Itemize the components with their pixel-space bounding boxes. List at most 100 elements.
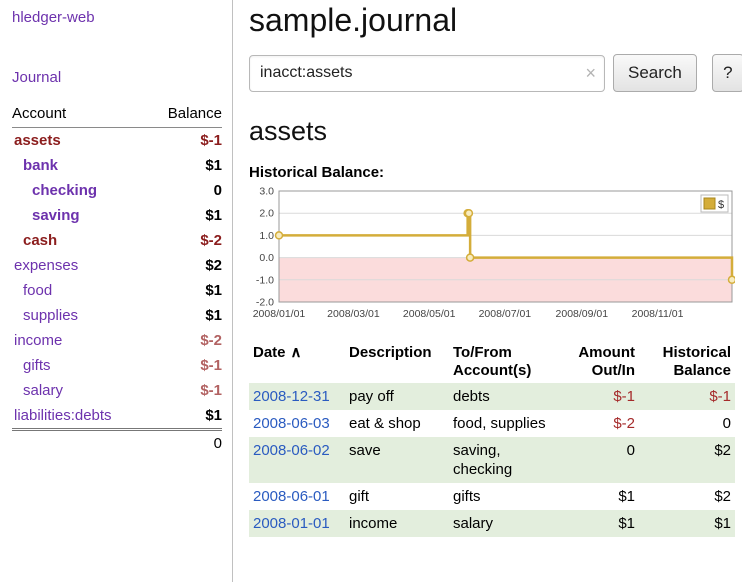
svg-text:-1.0: -1.0 [256, 274, 274, 286]
account-balance: $-1 [148, 353, 222, 378]
sidebar-account-link-income[interactable]: income [14, 332, 62, 349]
register-description: eat & shop [345, 410, 449, 437]
account-balance: 0 [148, 178, 222, 203]
register-amount: $1 [561, 483, 639, 510]
account-row: gifts $-1 [12, 353, 222, 378]
svg-text:3.0: 3.0 [259, 186, 274, 198]
register-balance: $2 [639, 437, 735, 483]
register-date-cell: 2008-01-01 [249, 510, 345, 537]
register-accounts: salary [449, 510, 561, 537]
register-balance: $2 [639, 483, 735, 510]
register-description: pay off [345, 383, 449, 410]
register-date-link[interactable]: 2008-06-01 [253, 488, 330, 505]
svg-text:2008/07/01: 2008/07/01 [479, 308, 532, 320]
svg-text:-2.0: -2.0 [256, 297, 274, 309]
accounts-total-spacer [12, 430, 148, 457]
account-balance: $-2 [148, 228, 222, 253]
account-name-cell: saving [12, 203, 148, 228]
account-name-cell: salary [12, 378, 148, 403]
account-row: assets $-1 [12, 128, 222, 154]
register-balance: $-1 [639, 383, 735, 410]
sidebar-account-link-supplies[interactable]: supplies [23, 307, 78, 324]
sidebar-account-link-saving[interactable]: saving [32, 207, 80, 224]
svg-text:2008/11/01: 2008/11/01 [632, 308, 684, 320]
register-row: 2008-06-02savesaving, checking0$2 [249, 437, 735, 483]
account-row: salary $-1 [12, 378, 222, 403]
brand: hledger-web [12, 9, 222, 27]
account-balance: $1 [148, 278, 222, 303]
register-date-link[interactable]: 2008-06-03 [253, 415, 330, 432]
svg-text:2008/01/01: 2008/01/01 [253, 308, 306, 320]
register-description: gift [345, 483, 449, 510]
register-row: 2008-06-01 giftgifts$1$2 [249, 483, 735, 510]
svg-text:2008/09/01: 2008/09/01 [556, 308, 609, 320]
chart-title: Historical Balance: [249, 164, 742, 181]
account-row: bank$1 [12, 153, 222, 178]
main-content: sample.journal × Search ? assets Histori… [233, 0, 742, 582]
register-date-link[interactable]: 2008-01-01 [253, 515, 330, 532]
svg-text:2008/05/01: 2008/05/01 [403, 308, 456, 320]
svg-text:2008/03/01: 2008/03/01 [327, 308, 380, 320]
account-row: expenses$2 [12, 253, 222, 278]
register-date-link[interactable]: 2008-06-02 [253, 442, 330, 459]
sidebar: hledger-web Journal Account Balance asse… [0, 0, 233, 582]
account-heading: assets [249, 116, 742, 147]
help-button[interactable]: ? [712, 54, 742, 92]
account-row: supplies$1 [12, 303, 222, 328]
register-accounts: gifts [449, 483, 561, 510]
sidebar-account-link-liabilities-debts[interactable]: liabilities:debts [14, 407, 112, 424]
account-name-cell: bank [12, 153, 148, 178]
search-button[interactable]: Search [613, 54, 697, 92]
page-title: sample.journal [249, 2, 742, 39]
svg-text:2.0: 2.0 [259, 208, 274, 220]
account-row: cash $-2 [12, 228, 222, 253]
svg-text:1.0: 1.0 [259, 230, 274, 242]
register-row: 2008-01-01incomesalary$1$1 [249, 510, 735, 537]
date-header-label: Date [253, 344, 286, 361]
account-name-cell: expenses [12, 253, 148, 278]
register-date-cell: 2008-06-02 [249, 437, 345, 483]
account-name-cell: income [12, 328, 148, 353]
register-date-cell: 2008-12-31 [249, 383, 345, 410]
account-balance: $-2 [148, 328, 222, 353]
sidebar-nav: Journal [12, 69, 222, 87]
sidebar-account-link-expenses[interactable]: expenses [14, 257, 78, 274]
register-date-cell: 2008-06-01 [249, 483, 345, 510]
account-row: saving $1 [12, 203, 222, 228]
register-header-accounts: To/From Account(s) [449, 341, 561, 383]
hledger-web-brand-link[interactable]: hledger-web [12, 9, 95, 26]
account-balance: $-1 [148, 378, 222, 403]
sort-ascending-icon: ∧ [291, 344, 302, 361]
account-balance: $-1 [148, 128, 222, 154]
account-row: checking 0 [12, 178, 222, 203]
register-header-balance: Historical Balance [639, 341, 735, 383]
accounts-header-balance: Balance [148, 103, 222, 128]
search-input[interactable] [249, 55, 605, 92]
sidebar-account-link-bank[interactable]: bank [23, 157, 58, 174]
register-amount: $-2 [561, 410, 639, 437]
register-header-date[interactable]: Date ∧ [249, 341, 345, 383]
clear-search-icon[interactable]: × [585, 62, 596, 84]
sidebar-account-link-salary[interactable]: salary [23, 382, 63, 399]
register-date-cell: 2008-06-03 [249, 410, 345, 437]
register-header-description: Description [345, 341, 449, 383]
register-date-link[interactable]: 2008-12-31 [253, 388, 330, 405]
search-box: × [249, 55, 605, 92]
register-accounts: debts [449, 383, 561, 410]
account-balance: $1 [148, 203, 222, 228]
account-name-cell: supplies [12, 303, 148, 328]
sidebar-account-link-gifts[interactable]: gifts [23, 357, 51, 374]
register-table: Date∧ Description To/From Account(s) Amo… [249, 341, 735, 537]
sidebar-account-link-assets[interactable]: assets [14, 132, 61, 149]
register-accounts: saving, checking [449, 437, 561, 483]
sidebar-account-link-cash[interactable]: cash [23, 232, 57, 249]
sidebar-account-link-checking[interactable]: checking [32, 182, 97, 199]
accounts-total-row: 0 [12, 430, 222, 457]
sidebar-account-link-food[interactable]: food [23, 282, 52, 299]
accounts-table: Account Balance assets$-1bank$1checking0… [12, 103, 222, 456]
register-balance: $1 [639, 510, 735, 537]
account-balance: $1 [148, 403, 222, 430]
account-name-cell: gifts [12, 353, 148, 378]
sidebar-item-journal[interactable]: Journal [12, 69, 61, 86]
account-name-cell: assets [12, 128, 148, 154]
